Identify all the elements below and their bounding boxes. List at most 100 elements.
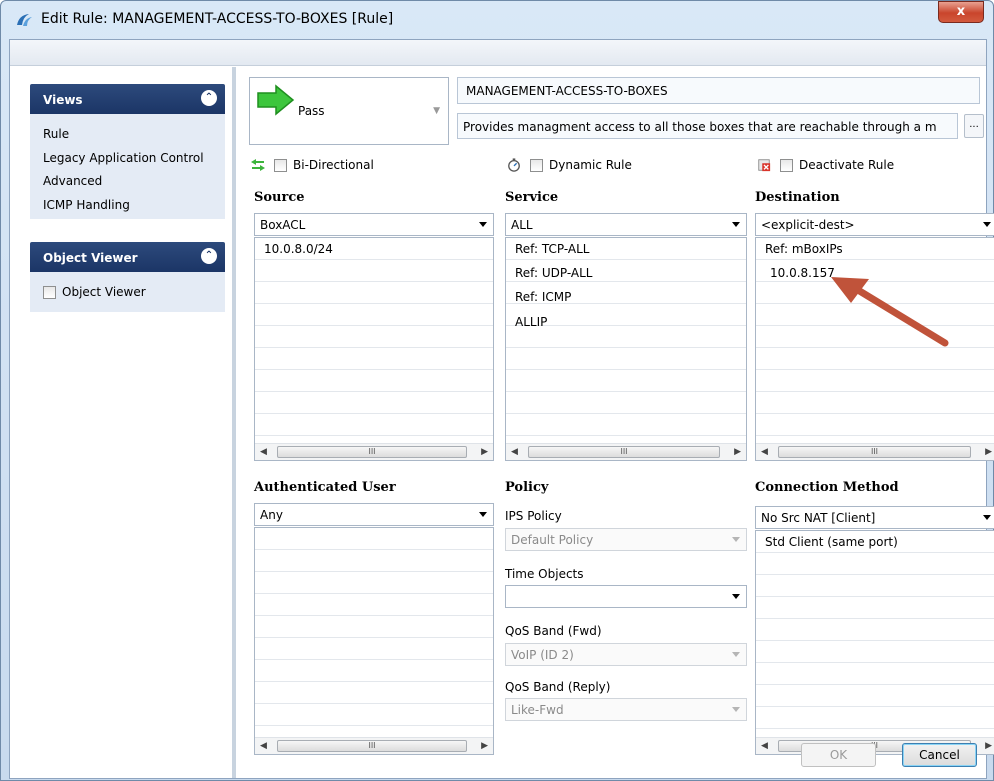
- scroll-right-icon[interactable]: ▶: [481, 447, 488, 457]
- description-edit-button[interactable]: ...: [964, 114, 984, 138]
- connection-method-value: No Src NAT [Client]: [761, 511, 876, 525]
- collapse-object-viewer-icon[interactable]: ⌃: [201, 248, 217, 264]
- service-list-item[interactable]: ALLIP: [515, 315, 547, 329]
- deactivate-rule-label: Deactivate Rule: [799, 158, 895, 172]
- service-list-item[interactable]: Ref: UDP-ALL: [515, 266, 592, 280]
- qos-band-reply-combo[interactable]: Like-Fwd: [505, 698, 747, 721]
- authenticated-user-combo[interactable]: Any: [254, 503, 494, 526]
- qos-band-fwd-value: VoIP (ID 2): [511, 648, 574, 662]
- view-item-rule[interactable]: Rule: [43, 127, 69, 141]
- source-dropdown-icon[interactable]: [479, 222, 487, 227]
- object-viewer-checkbox[interactable]: [43, 285, 56, 299]
- bidirectional-option[interactable]: Bi-Directional: [250, 158, 374, 172]
- collapse-views-icon[interactable]: ⌃: [201, 90, 217, 106]
- scroll-right-icon[interactable]: ▶: [985, 447, 992, 457]
- view-item-advanced[interactable]: Advanced: [43, 174, 102, 188]
- rule-editor-main: Pass ▼ MANAGEMENT-ACCESS-TO-BOXES Provid…: [240, 67, 994, 778]
- dynamic-rule-label: Dynamic Rule: [549, 158, 632, 172]
- source-header: Source: [254, 190, 305, 205]
- connection-method-dropdown-icon[interactable]: [983, 515, 991, 520]
- qos-band-fwd-dropdown-icon[interactable]: [732, 652, 740, 657]
- scroll-right-icon[interactable]: ▶: [985, 741, 992, 751]
- service-list-item[interactable]: Ref: TCP-ALL: [515, 242, 589, 256]
- scroll-thumb[interactable]: III: [528, 446, 720, 458]
- deactivate-icon: [758, 159, 771, 172]
- scroll-left-icon[interactable]: ◀: [260, 447, 267, 457]
- authenticated-user-dropdown-icon[interactable]: [479, 512, 487, 517]
- service-list-item[interactable]: Ref: ICMP: [515, 290, 571, 304]
- cancel-button[interactable]: Cancel: [902, 743, 977, 767]
- destination-combo[interactable]: <explicit-dest>: [755, 213, 994, 236]
- dialog-window: Edit Rule: MANAGEMENT-ACCESS-TO-BOXES [R…: [0, 0, 994, 781]
- scroll-left-icon[interactable]: ◀: [511, 447, 518, 457]
- service-list[interactable]: Ref: TCP-ALL Ref: UDP-ALL Ref: ICMP ALLI…: [505, 237, 747, 461]
- qos-band-reply-label: QoS Band (Reply): [505, 680, 611, 694]
- scroll-thumb[interactable]: III: [778, 446, 971, 458]
- rule-name-field[interactable]: MANAGEMENT-ACCESS-TO-BOXES: [457, 77, 980, 104]
- connection-method-list-item[interactable]: Std Client (same port): [765, 535, 898, 549]
- ips-policy-combo[interactable]: Default Policy: [505, 528, 747, 551]
- views-panel-header[interactable]: Views ⌃: [30, 84, 225, 114]
- toolbar-strip: [10, 40, 986, 66]
- deactivate-rule-option[interactable]: Deactivate Rule: [756, 158, 894, 172]
- ok-button[interactable]: OK: [801, 743, 876, 767]
- action-selector[interactable]: Pass ▼: [249, 77, 449, 145]
- service-combo-value: ALL: [511, 218, 533, 232]
- action-label: Pass: [298, 104, 325, 118]
- authenticated-user-header: Authenticated User: [254, 480, 396, 495]
- service-hscrollbar[interactable]: ◀ III ▶: [506, 443, 746, 460]
- object-viewer-checkbox-label: Object Viewer: [62, 285, 146, 299]
- ips-policy-dropdown-icon[interactable]: [732, 537, 740, 542]
- close-button[interactable]: x: [938, 1, 984, 23]
- service-combo[interactable]: ALL: [505, 213, 747, 236]
- left-pane: Views ⌃ Rule Legacy Application Control …: [10, 67, 236, 778]
- scroll-thumb[interactable]: III: [277, 740, 467, 752]
- annotation-arrow-icon: [831, 277, 949, 347]
- qos-band-fwd-label: QoS Band (Fwd): [505, 624, 602, 638]
- connection-method-header: Connection Method: [755, 480, 899, 495]
- scroll-right-icon[interactable]: ▶: [481, 741, 488, 751]
- scroll-right-icon[interactable]: ▶: [734, 447, 741, 457]
- bidirectional-arrows-icon: [251, 159, 265, 171]
- source-list-item[interactable]: 10.0.8.0/24: [264, 242, 333, 256]
- action-dropdown-icon[interactable]: ▼: [433, 106, 440, 116]
- source-list[interactable]: 10.0.8.0/24 ◀ III ▶: [254, 237, 494, 461]
- view-item-icmp-handling[interactable]: ICMP Handling: [43, 198, 130, 212]
- authenticated-user-combo-value: Any: [260, 508, 283, 522]
- deactivate-rule-checkbox[interactable]: [780, 158, 793, 172]
- pass-arrow-icon: [257, 84, 295, 116]
- object-viewer-panel-header[interactable]: Object Viewer ⌃: [30, 242, 225, 272]
- scroll-left-icon[interactable]: ◀: [761, 447, 768, 457]
- time-objects-combo[interactable]: [505, 585, 747, 608]
- window-title: Edit Rule: MANAGEMENT-ACCESS-TO-BOXES [R…: [41, 11, 394, 27]
- connection-method-combo[interactable]: No Src NAT [Client]: [755, 506, 994, 529]
- ips-policy-label: IPS Policy: [505, 509, 562, 523]
- bidirectional-checkbox[interactable]: [274, 158, 287, 172]
- qos-band-fwd-combo[interactable]: VoIP (ID 2): [505, 643, 747, 666]
- scroll-thumb[interactable]: III: [277, 446, 467, 458]
- views-panel-title: Views: [43, 93, 83, 107]
- time-objects-label: Time Objects: [505, 567, 584, 581]
- destination-list-item[interactable]: Ref: mBoxIPs: [765, 242, 843, 256]
- destination-header: Destination: [755, 190, 840, 205]
- scroll-left-icon[interactable]: ◀: [761, 741, 768, 751]
- destination-hscrollbar[interactable]: ◀ III ▶: [756, 443, 994, 460]
- source-combo[interactable]: BoxACL: [254, 213, 494, 236]
- view-item-legacy-application-control[interactable]: Legacy Application Control: [43, 151, 204, 165]
- connection-method-list[interactable]: Std Client (same port) ◀ III ▶: [755, 530, 994, 755]
- authenticated-user-hscrollbar[interactable]: ◀ III ▶: [255, 737, 493, 754]
- policy-header: Policy: [505, 480, 549, 495]
- authenticated-user-list[interactable]: ◀ III ▶: [254, 527, 494, 755]
- service-dropdown-icon[interactable]: [732, 222, 740, 227]
- rule-description-field[interactable]: Provides managment access to all those b…: [457, 113, 958, 139]
- time-objects-dropdown-icon[interactable]: [732, 594, 740, 599]
- dynamic-rule-option[interactable]: Dynamic Rule: [506, 158, 632, 172]
- scroll-left-icon[interactable]: ◀: [260, 741, 267, 751]
- destination-dropdown-icon[interactable]: [983, 222, 991, 227]
- source-hscrollbar[interactable]: ◀ III ▶: [255, 443, 493, 460]
- service-header: Service: [505, 190, 559, 205]
- object-viewer-panel-title: Object Viewer: [43, 251, 138, 265]
- dynamic-rule-checkbox[interactable]: [530, 158, 543, 172]
- qos-band-reply-dropdown-icon[interactable]: [732, 707, 740, 712]
- dialog-client: Views ⌃ Rule Legacy Application Control …: [9, 39, 994, 779]
